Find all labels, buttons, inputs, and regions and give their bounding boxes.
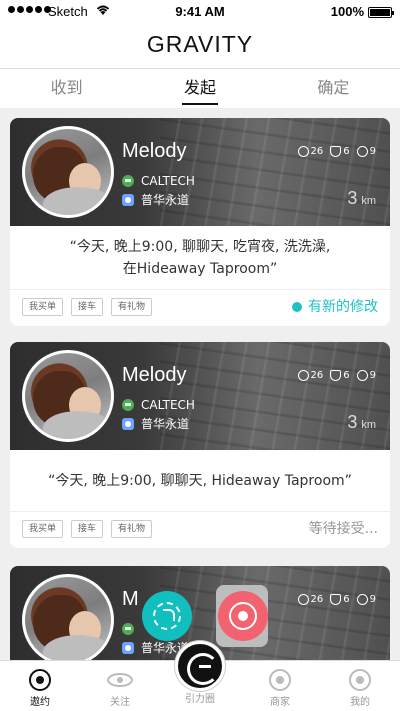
school-name: CALTECH [141,173,195,188]
user-meta: CALTECH 普华永道 [122,171,195,209]
shop-icon [269,669,291,691]
verified-icon [330,370,342,381]
card-banner: Melody 26 6 9 CALTECH 普华永道 3 km [10,118,390,226]
verified-icon [330,146,342,157]
tabbar-label: 遨约 [30,697,50,708]
message-line: “今天, 晚上9:00, 聊聊天, Hideaway Taproom” [48,472,352,489]
company-icon [122,193,134,206]
tab-received[interactable]: 收到 [0,69,133,108]
user-stats: 26 6 9 [297,594,376,605]
tabbar-label: 引力圈 [185,694,215,705]
company-icon [122,417,134,430]
app-logo: GRAVITY [146,31,254,57]
refresh-icon[interactable] [142,591,192,641]
floating-actions [138,585,268,647]
stat-value: 9 [369,146,376,157]
user-name: Melody [122,364,187,386]
tabbar-label: 我的 [350,697,370,708]
chip-gift: 有礼物 [111,520,153,538]
tab-confirmed[interactable]: 确定 [267,69,400,108]
app-header: GRAVITY [0,24,400,68]
chip-pickup: 接车 [71,520,104,538]
distance-value: 3 [347,412,358,432]
heart-icon [297,146,309,157]
invite-message: “今天, 晚上9:00, 聊聊天, 吃宵夜, 洗洗澡, 在Hideaway Ta… [10,226,390,290]
battery-percent: 100% [330,4,364,19]
heart-icon [297,594,309,605]
stat-value: 26 [310,146,324,157]
status-badge[interactable]: 有新的修改 [292,298,378,316]
chip-pickup: 接车 [71,298,104,316]
message-line: 在Hideaway Taproom” [122,260,278,277]
school-icon [122,174,134,187]
distance: 3 km [347,188,376,209]
chip-gift: 有礼物 [111,298,153,316]
tabbar-item-gravity[interactable]: 引力圈 [160,641,240,711]
stat-value: 6 [343,594,350,605]
company-name: 普华永道 [141,417,190,431]
message-line: “今天, 晚上9:00, 聊聊天, 吃宵夜, 洗洗澡, [69,238,331,255]
stat-value: 26 [310,594,324,605]
tabbar-item-follow[interactable]: 关注 [80,661,160,711]
user-stats: 26 6 9 [297,146,376,157]
segment-tabs: 收到 发起 确定 [0,68,400,108]
stat-value: 26 [310,370,324,381]
company-name: 普华永道 [141,193,190,207]
status-text: 等待接受... [308,521,378,537]
status-bar: Sketch 9:41 AM 100% [0,0,400,24]
invitation-card[interactable]: Melody 26 6 9 CALTECH 普华永道 3 km “今天, 晚上9:… [10,118,390,326]
profile-icon [349,669,371,691]
target-icon [29,669,51,691]
user-stats: 26 6 9 [297,370,376,381]
distance-value: 3 [347,188,358,208]
school-icon [122,398,134,411]
stat-value: 6 [343,370,350,381]
tabbar-label: 商家 [270,697,290,708]
battery-icon [368,7,394,18]
invitation-card[interactable]: Melody 26 6 9 CALTECH 普华永道 3 km “今天, 晚上9:… [10,342,390,548]
verified-icon [330,594,342,605]
school-name: CALTECH [141,397,195,412]
avatar[interactable] [22,350,114,442]
stat-value: 6 [343,146,350,157]
distance-unit: km [361,195,376,207]
status-text: 有新的修改 [308,299,378,315]
school-icon [122,622,134,635]
gravity-logo-icon[interactable] [175,641,225,691]
company-icon [122,641,134,654]
option-chips: 我买单 接车 有礼物 [22,520,153,538]
card-footer: 我买单 接车 有礼物 等待接受... [10,512,390,548]
target-icon[interactable] [218,591,268,641]
ring-icon [356,146,368,157]
user-name: M [122,588,139,610]
ring-icon [356,370,368,381]
tabbar-item-shop[interactable]: 商家 [240,661,320,711]
distance: 3 km [347,412,376,433]
invite-message: “今天, 晚上9:00, 聊聊天, Hideaway Taproom” [10,450,390,512]
heart-icon [297,370,309,381]
eye-icon [107,673,133,687]
card-banner: Melody 26 6 9 CALTECH 普华永道 3 km [10,342,390,450]
user-meta: CALTECH 普华永道 [122,395,195,433]
distance-unit: km [361,419,376,431]
stat-value: 9 [369,594,376,605]
card-footer: 我买单 接车 有礼物 有新的修改 [10,290,390,326]
tabbar-item-profile[interactable]: 我的 [320,661,400,711]
tab-initiated[interactable]: 发起 [133,69,266,108]
option-chips: 我买单 接车 有礼物 [22,298,153,316]
chip-pay: 我买单 [22,520,64,538]
avatar[interactable] [22,126,114,218]
stat-value: 9 [369,370,376,381]
tabbar-label: 关注 [110,697,130,708]
chip-pay: 我买单 [22,298,64,316]
tabbar-item-invite[interactable]: 遨约 [0,661,80,711]
new-dot-icon [292,302,302,312]
avatar[interactable] [22,574,114,660]
bottom-tab-bar: 遨约 关注 引力圈 商家 我的 [0,641,400,711]
ring-icon [356,594,368,605]
user-name: Melody [122,140,187,162]
